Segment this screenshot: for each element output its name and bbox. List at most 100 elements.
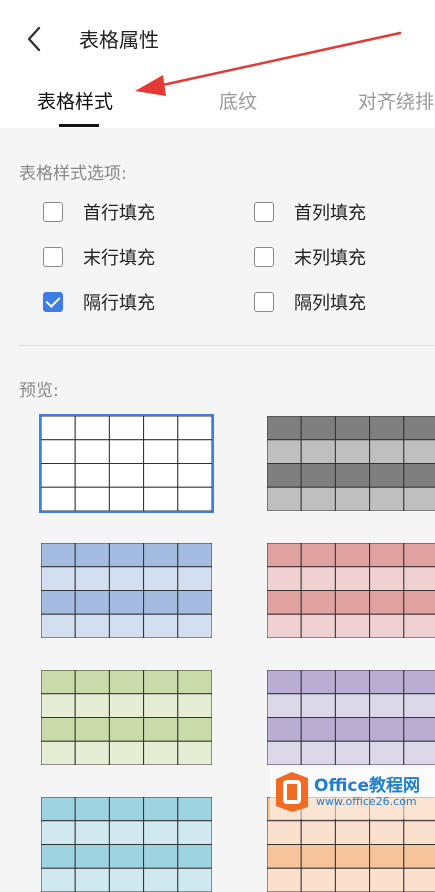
preview-cell bbox=[41, 844, 76, 869]
preview-cell bbox=[74, 439, 110, 464]
style-preview-teal[interactable] bbox=[41, 797, 212, 892]
preview-cell bbox=[177, 590, 212, 615]
preview-cell bbox=[41, 693, 76, 718]
style-preview-blue[interactable] bbox=[41, 543, 212, 638]
option-banded-rows[interactable]: 隔行填充 bbox=[43, 290, 203, 318]
preview-cell bbox=[108, 844, 145, 869]
preview-cell bbox=[108, 670, 145, 695]
preview-cell bbox=[267, 486, 302, 511]
preview-cell bbox=[403, 613, 435, 638]
preview-cell bbox=[108, 566, 145, 591]
preview-cell bbox=[108, 867, 145, 892]
option-label: 末行填充 bbox=[83, 248, 155, 269]
preview-cell bbox=[143, 670, 179, 695]
preview-cell bbox=[334, 543, 371, 568]
preview-cell bbox=[369, 693, 405, 718]
style-preview-plain[interactable] bbox=[41, 416, 212, 511]
checkbox-banded-rows[interactable] bbox=[43, 292, 63, 312]
preview-cell bbox=[108, 416, 145, 441]
preview-cell bbox=[369, 416, 405, 441]
preview-cell bbox=[300, 867, 336, 892]
preview-cell bbox=[41, 439, 76, 464]
preview-cell bbox=[108, 820, 145, 845]
preview-cell bbox=[369, 543, 405, 568]
preview-cell bbox=[177, 543, 212, 568]
preview-cell bbox=[300, 543, 336, 568]
preview-cell bbox=[334, 670, 371, 695]
tab-table-style[interactable]: 表格样式 bbox=[37, 87, 113, 114]
option-last-column-fill[interactable]: 末列填充 bbox=[254, 245, 414, 273]
preview-cell bbox=[334, 693, 371, 718]
checkbox-banded-columns[interactable] bbox=[254, 292, 274, 312]
preview-cell bbox=[300, 463, 336, 488]
tab-shading[interactable]: 底纹 bbox=[219, 87, 257, 114]
preview-cell bbox=[143, 566, 179, 591]
preview-cell bbox=[369, 740, 405, 765]
style-preview-gray[interactable] bbox=[267, 416, 435, 511]
style-preview-red[interactable] bbox=[267, 543, 435, 638]
option-banded-columns[interactable]: 隔列填充 bbox=[254, 290, 414, 318]
preview-cell bbox=[267, 463, 302, 488]
style-options-label: 表格样式选项: bbox=[19, 164, 127, 184]
preview-cell bbox=[74, 670, 110, 695]
checkbox-last-column-fill[interactable] bbox=[254, 247, 274, 267]
preview-cell bbox=[267, 844, 302, 869]
preview-cell bbox=[41, 416, 76, 441]
preview-cell bbox=[300, 740, 336, 765]
preview-cell bbox=[177, 740, 212, 765]
preview-cell bbox=[74, 740, 110, 765]
preview-cell bbox=[177, 797, 212, 822]
option-label: 隔列填充 bbox=[294, 293, 366, 314]
preview-cell bbox=[369, 844, 405, 869]
preview-cell bbox=[369, 566, 405, 591]
preview-cell bbox=[74, 867, 110, 892]
tab-bar: 表格样式 底纹 对齐绕排 bbox=[0, 78, 435, 128]
preview-cell bbox=[334, 740, 371, 765]
preview-cell bbox=[177, 820, 212, 845]
preview-cell bbox=[41, 797, 76, 822]
preview-cell bbox=[300, 416, 336, 441]
option-first-row-fill[interactable]: 首行填充 bbox=[43, 200, 203, 228]
style-preview-purple[interactable] bbox=[267, 670, 435, 765]
preview-cell bbox=[143, 693, 179, 718]
checkbox-first-row-fill[interactable] bbox=[43, 202, 63, 222]
preview-cell bbox=[41, 670, 76, 695]
preview-cell bbox=[267, 566, 302, 591]
preview-cell bbox=[334, 463, 371, 488]
checkbox-first-column-fill[interactable] bbox=[254, 202, 274, 222]
preview-cell bbox=[403, 867, 435, 892]
preview-cell bbox=[403, 693, 435, 718]
option-last-row-fill[interactable]: 末行填充 bbox=[43, 245, 203, 273]
preview-cell bbox=[403, 590, 435, 615]
preview-cell bbox=[267, 590, 302, 615]
preview-cell bbox=[267, 543, 302, 568]
preview-cell bbox=[300, 670, 336, 695]
preview-cell bbox=[108, 543, 145, 568]
preview-cell bbox=[403, 820, 435, 845]
section-divider bbox=[19, 345, 435, 346]
preview-cell bbox=[41, 717, 76, 742]
chevron-left-icon[interactable] bbox=[22, 24, 48, 54]
checkbox-last-row-fill[interactable] bbox=[43, 247, 63, 267]
preview-cell bbox=[369, 439, 405, 464]
preview-cell bbox=[143, 486, 179, 511]
preview-cell bbox=[74, 486, 110, 511]
watermark: Office教程网 www.office26.com bbox=[270, 768, 435, 819]
style-preview-green[interactable] bbox=[41, 670, 212, 765]
preview-cell bbox=[143, 867, 179, 892]
preview-cell bbox=[334, 566, 371, 591]
preview-cell bbox=[74, 613, 110, 638]
tab-alignment-wrap[interactable]: 对齐绕排 bbox=[358, 87, 434, 114]
preview-cell bbox=[369, 820, 405, 845]
option-first-column-fill[interactable]: 首列填充 bbox=[254, 200, 414, 228]
preview-cell bbox=[300, 613, 336, 638]
office-logo-icon bbox=[276, 772, 308, 812]
preview-cell bbox=[41, 566, 76, 591]
preview-cell bbox=[369, 717, 405, 742]
preview-cell bbox=[74, 463, 110, 488]
preview-cell bbox=[267, 416, 302, 441]
preview-cell bbox=[177, 416, 212, 441]
preview-cell bbox=[108, 463, 145, 488]
preview-cell bbox=[300, 820, 336, 845]
preview-cell bbox=[267, 693, 302, 718]
